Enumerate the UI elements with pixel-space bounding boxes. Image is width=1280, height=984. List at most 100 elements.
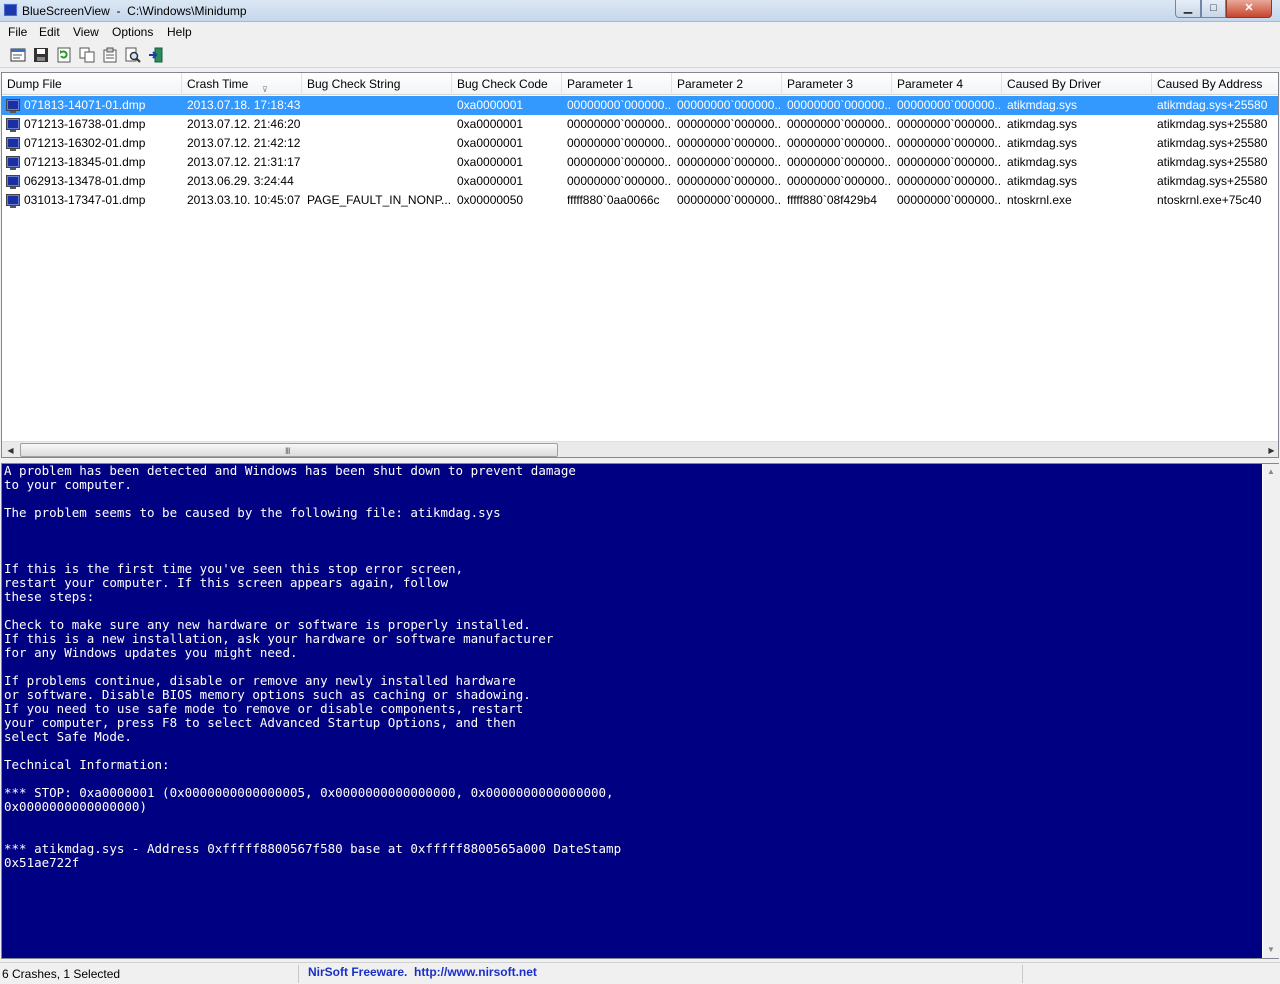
cell-parameter-2: 00000000`000000...	[677, 98, 782, 112]
bsod-text-line	[2, 520, 1262, 534]
cell-caused-by-address: ntoskrnl.exe+75c40	[1157, 193, 1262, 207]
table-row[interactable]: 062913-13478-01.dmp 2013.06.29. 3:24:44 0x…	[2, 172, 1278, 191]
crash-list[interactable]: Dump File Crash Time ⊽ Bug Check String …	[1, 72, 1279, 458]
cell-dump-file: 071213-16302-01.dmp	[24, 136, 146, 150]
cell-caused-by-driver: ntoskrnl.exe	[1007, 193, 1072, 207]
scroll-down-icon[interactable]: ▼	[1263, 942, 1279, 958]
cell-parameter-3: 00000000`000000...	[787, 98, 892, 112]
bsod-text-line	[2, 492, 1262, 506]
cell-parameter-2: 00000000`000000...	[677, 193, 782, 207]
html-report-icon[interactable]	[101, 46, 119, 64]
column-parameter-1[interactable]: Parameter 1	[562, 73, 672, 95]
bsod-text-line: Check to make sure any new hardware or s…	[4, 617, 531, 632]
cell-caused-by-address: atikmdag.sys+25580	[1157, 98, 1268, 112]
maximize-button[interactable]: □	[1201, 0, 1226, 18]
refresh-icon[interactable]	[55, 46, 73, 64]
menu-options[interactable]: Options	[112, 25, 153, 39]
scroll-left-icon[interactable]: ◀	[2, 442, 19, 457]
cell-bug-check-string	[302, 115, 452, 134]
close-button[interactable]: ✕	[1226, 0, 1272, 18]
nirsoft-link[interactable]: NirSoft Freeware. http://www.nirsoft.net	[308, 965, 537, 979]
cell-parameter-1: 00000000`000000...	[567, 174, 672, 188]
bsod-text-line: A problem has been detected and Windows …	[4, 464, 576, 478]
dump-file-icon	[6, 137, 20, 151]
bsod-text-line: The problem seems to be caused by the fo…	[4, 505, 501, 520]
column-caused-by-address[interactable]: Caused By Address	[1152, 73, 1278, 95]
cell-parameter-4: 00000000`000000...	[897, 193, 1002, 207]
menu-help[interactable]: Help	[167, 25, 192, 39]
status-divider	[298, 965, 299, 983]
column-parameter-2[interactable]: Parameter 2	[672, 73, 782, 95]
cell-caused-by-address: atikmdag.sys+25580	[1157, 155, 1268, 169]
column-parameter-4[interactable]: Parameter 4	[892, 73, 1002, 95]
bsod-text-line: 0x51ae722f	[4, 855, 80, 870]
menu-edit[interactable]: Edit	[39, 25, 60, 39]
bsod-text-line	[2, 772, 1262, 786]
cell-parameter-4: 00000000`000000...	[897, 136, 1002, 150]
cell-parameter-4: 00000000`000000...	[897, 155, 1002, 169]
cell-crash-time: 2013.03.10. 10:45:07	[187, 193, 301, 207]
scroll-right-icon[interactable]: ▶	[1263, 442, 1278, 457]
exit-icon[interactable]	[147, 46, 165, 64]
cell-bug-check-string	[302, 134, 452, 153]
column-bug-check-code[interactable]: Bug Check Code	[452, 73, 562, 95]
menu-bar: File Edit View Options Help	[0, 22, 1280, 42]
table-row[interactable]: 031013-17347-01.dmp 2013.03.10. 10:45:07 P…	[2, 191, 1278, 210]
scroll-up-icon[interactable]: ▲	[1263, 464, 1279, 480]
column-bug-check-string[interactable]: Bug Check String	[302, 73, 452, 95]
dump-file-icon	[6, 118, 20, 132]
cell-bug-check-code: 0xa0000001	[457, 117, 524, 131]
bsod-text-line	[2, 828, 1262, 842]
cell-caused-by-driver: atikmdag.sys	[1007, 117, 1078, 131]
menu-file[interactable]: File	[8, 25, 27, 39]
table-row[interactable]: 071813-14071-01.dmp 2013.07.18. 17:18:43 0…	[2, 96, 1278, 115]
bsod-text-line: these steps:	[4, 589, 95, 604]
table-row[interactable]: 071213-18345-01.dmp 2013.07.12. 21:31:17 0…	[2, 153, 1278, 172]
dump-file-icon	[6, 99, 20, 113]
vertical-scrollbar[interactable]: ▲ ▼	[1263, 464, 1279, 958]
cell-dump-file: 071213-16738-01.dmp	[24, 117, 146, 131]
cell-parameter-1: fffff880`0aa0066c	[567, 193, 660, 207]
column-caused-by-driver[interactable]: Caused By Driver	[1002, 73, 1152, 95]
cell-parameter-1: 00000000`000000...	[567, 117, 672, 131]
cell-parameter-1: 00000000`000000...	[567, 98, 672, 112]
bsod-text-line: 0x0000000000000000)	[4, 799, 147, 814]
bsod-text-line: *** atikmdag.sys - Address 0xfffff880056…	[4, 841, 622, 856]
cell-bug-check-string	[302, 153, 452, 172]
sort-arrow-icon: ⊽	[262, 85, 268, 94]
copy-icon[interactable]	[78, 46, 96, 64]
cell-caused-by-driver: atikmdag.sys	[1007, 174, 1078, 188]
cell-bug-check-string	[302, 96, 452, 115]
dump-file-icon	[6, 194, 20, 208]
scroll-thumb[interactable]: III	[20, 443, 558, 457]
cell-parameter-2: 00000000`000000...	[677, 174, 782, 188]
column-crash-time[interactable]: Crash Time ⊽	[182, 73, 302, 95]
bsod-text-line: If you need to use safe mode to remove o…	[4, 701, 524, 716]
minimize-button[interactable]: ▁	[1175, 0, 1201, 18]
bsod-text-line	[2, 548, 1262, 562]
cell-bug-check-code: 0xa0000001	[457, 136, 524, 150]
dump-file-icon	[6, 175, 20, 189]
cell-parameter-4: 00000000`000000...	[897, 174, 1002, 188]
cell-parameter-2: 00000000`000000...	[677, 155, 782, 169]
bsod-text-line	[2, 660, 1262, 674]
table-row[interactable]: 071213-16302-01.dmp 2013.07.12. 21:42:12 0…	[2, 134, 1278, 153]
status-summary: 6 Crashes, 1 Selected	[2, 967, 121, 981]
bsod-text-line	[2, 604, 1262, 618]
find-icon[interactable]	[124, 46, 142, 64]
horizontal-scrollbar[interactable]: ◀ III ▶	[2, 441, 1278, 457]
menu-view[interactable]: View	[73, 25, 99, 39]
column-dump-file[interactable]: Dump File	[2, 73, 182, 95]
cell-caused-by-address: atikmdag.sys+25580	[1157, 117, 1268, 131]
cell-crash-time: 2013.07.12. 21:42:12	[187, 136, 301, 150]
bsod-text-line: restart your computer. If this screen ap…	[4, 575, 449, 590]
cell-parameter-3: 00000000`000000...	[787, 155, 892, 169]
cell-caused-by-driver: atikmdag.sys	[1007, 155, 1078, 169]
properties-icon[interactable]	[9, 46, 27, 64]
bsod-text-line: If this is a new installation, ask your …	[4, 631, 554, 646]
save-icon[interactable]	[32, 46, 50, 64]
column-parameter-3[interactable]: Parameter 3	[782, 73, 892, 95]
cell-crash-time: 2013.07.12. 21:46:20	[187, 117, 301, 131]
table-row[interactable]: 071213-16738-01.dmp 2013.07.12. 21:46:20 0…	[2, 115, 1278, 134]
cell-dump-file: 062913-13478-01.dmp	[24, 174, 146, 188]
